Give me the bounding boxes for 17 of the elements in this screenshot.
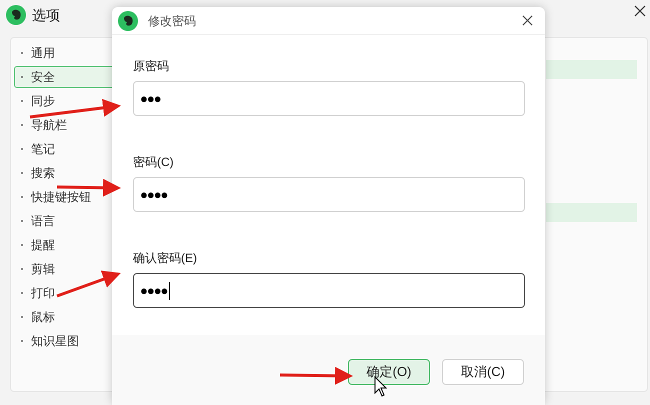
window-title: 选项 [32, 6, 60, 24]
field-label: 确认密码(E) [133, 250, 197, 265]
password-field[interactable]: ●●●● [133, 177, 525, 212]
close-button[interactable] [632, 3, 648, 19]
dialog-button[interactable]: 确定(O) [348, 359, 430, 385]
dialog-button[interactable]: 取消(C) [442, 359, 524, 385]
sidebar-item[interactable]: 鼠标 [14, 306, 144, 328]
sidebar-item[interactable]: 知识星图 [14, 330, 144, 352]
password-field[interactable]: ●●● [133, 81, 525, 116]
dialog-title: 修改密码 [148, 12, 197, 30]
field-label: 密码(C) [133, 154, 174, 169]
password-field[interactable]: ●●●● [133, 273, 525, 308]
app-logo-icon [6, 5, 26, 25]
app-logo-icon [118, 10, 138, 30]
sidebar-item[interactable]: 语言 [14, 210, 144, 232]
sidebar-item[interactable]: 导航栏 [14, 114, 144, 136]
annotation-arrow [56, 270, 121, 298]
